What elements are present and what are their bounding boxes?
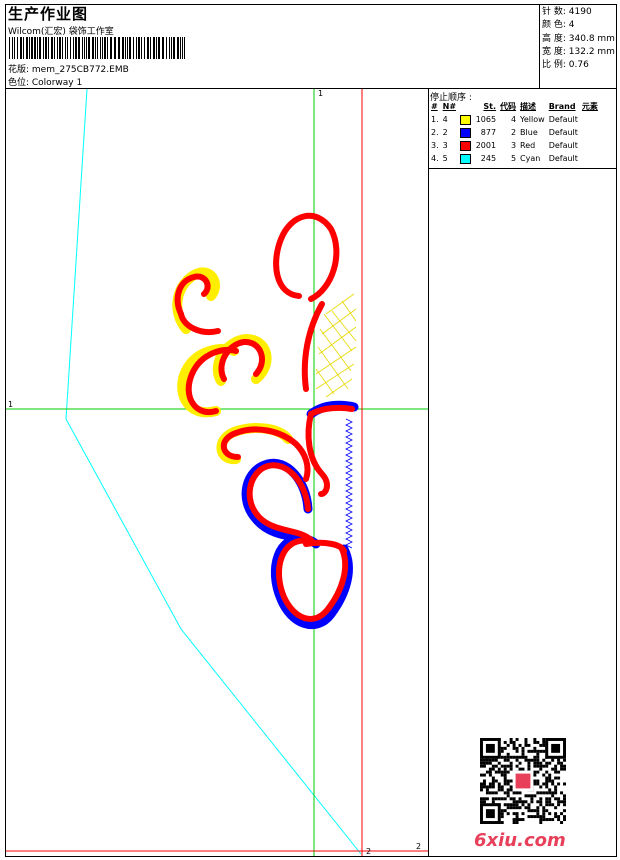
col-code: 代码 bbox=[500, 102, 517, 111]
stat-stitches: 针 数: 4190 bbox=[542, 7, 592, 17]
table-row: 2. 2 877 2 Blue Default bbox=[429, 126, 600, 139]
row-stitches: 2001 bbox=[458, 139, 498, 152]
stats-divider bbox=[539, 4, 540, 88]
stat-colors: 颜 色: 4 bbox=[542, 20, 575, 31]
table-row: 1. 4 1065 4 Yellow Default bbox=[429, 113, 600, 126]
row-brand: Default bbox=[548, 115, 578, 124]
color-swatch bbox=[460, 153, 472, 164]
row-stitches: 245 bbox=[458, 152, 498, 165]
embroidery-canvas: 1 1 2 2 bbox=[6, 89, 428, 856]
stitch-count: 245 bbox=[480, 154, 497, 163]
colorway: 色位: Colorway 1 bbox=[8, 78, 83, 88]
row-description: Blue bbox=[520, 128, 538, 137]
stitch-count: 1065 bbox=[475, 115, 497, 124]
row-brand: Default bbox=[548, 154, 578, 163]
row-index: 1. bbox=[431, 115, 439, 124]
guide-label-top: 1 bbox=[318, 89, 323, 98]
col-element: 元素 bbox=[581, 102, 598, 111]
color-swatch bbox=[460, 140, 472, 151]
stat-scale: 比 例: 0.76 bbox=[542, 60, 589, 71]
row-description: Cyan bbox=[520, 154, 541, 163]
page-title: 生产作业图 bbox=[8, 5, 89, 23]
qr-code bbox=[480, 738, 566, 824]
sequence-divider bbox=[428, 88, 429, 857]
row-brand: Default bbox=[548, 128, 578, 137]
stitch-count: 877 bbox=[480, 128, 497, 137]
row-needle: 3 bbox=[442, 141, 448, 150]
table-row: 3. 3 2001 3 Red Default bbox=[429, 139, 600, 152]
row-element bbox=[580, 126, 600, 139]
stats-panel: 针 数: 4190 颜 色: 4 高 度: 340.8 mm 宽 度: 132.… bbox=[542, 6, 615, 72]
barcode bbox=[9, 37, 185, 59]
row-code: 5 bbox=[510, 154, 517, 163]
row-needle: 4 bbox=[442, 115, 448, 124]
row-element bbox=[580, 152, 600, 165]
row-stitches: 877 bbox=[458, 126, 498, 139]
red-stitch-layer bbox=[174, 212, 355, 622]
guide-label-left: 1 bbox=[8, 400, 13, 409]
row-needle: 5 bbox=[442, 154, 448, 163]
color-swatch bbox=[460, 127, 472, 138]
row-element bbox=[580, 113, 600, 126]
row-index: 4. bbox=[431, 154, 439, 163]
row-code: 2 bbox=[510, 128, 517, 137]
row-index: 2. bbox=[431, 128, 439, 137]
stat-width: 宽 度: 132.2 mm bbox=[542, 46, 615, 57]
guide-label-bottom-a: 2 bbox=[366, 847, 371, 856]
row-code: 3 bbox=[510, 141, 517, 150]
guide-label-bottom-b: 2 bbox=[416, 842, 421, 851]
row-needle: 2 bbox=[442, 128, 448, 137]
row-brand: Default bbox=[548, 141, 578, 150]
design-file: 花版: mem_275CB772.EMB bbox=[8, 65, 129, 75]
color-swatch bbox=[460, 114, 472, 125]
watermark: 6xiu.com bbox=[474, 830, 566, 851]
col-needle: N# bbox=[442, 102, 457, 111]
sequence-bottom-divider bbox=[428, 168, 617, 169]
col-stitches: St. bbox=[483, 102, 497, 111]
col-brand: Brand bbox=[548, 102, 576, 111]
table-header-row: # N# St. 代码 描述 Brand 元素 bbox=[429, 100, 600, 113]
stitch-count: 2001 bbox=[475, 141, 497, 150]
row-code: 4 bbox=[510, 115, 517, 124]
row-description: Red bbox=[520, 141, 536, 150]
row-index: 3. bbox=[431, 141, 439, 150]
blue-zigzag-column bbox=[345, 418, 353, 549]
table-row: 4. 5 245 5 Cyan Default bbox=[429, 152, 600, 165]
col-description: 描述 bbox=[520, 102, 537, 111]
company-name: Wilcom(汇宏) 袋饰工作室 bbox=[8, 27, 114, 37]
row-stitches: 1065 bbox=[458, 113, 498, 126]
col-index: # bbox=[431, 102, 438, 111]
stop-sequence-table: # N# St. 代码 描述 Brand 元素 1. 4 1065 4 Yellow De… bbox=[429, 100, 600, 165]
row-element bbox=[580, 139, 600, 152]
row-description: Yellow bbox=[520, 115, 545, 124]
stat-height: 高 度: 340.8 mm bbox=[542, 33, 615, 44]
